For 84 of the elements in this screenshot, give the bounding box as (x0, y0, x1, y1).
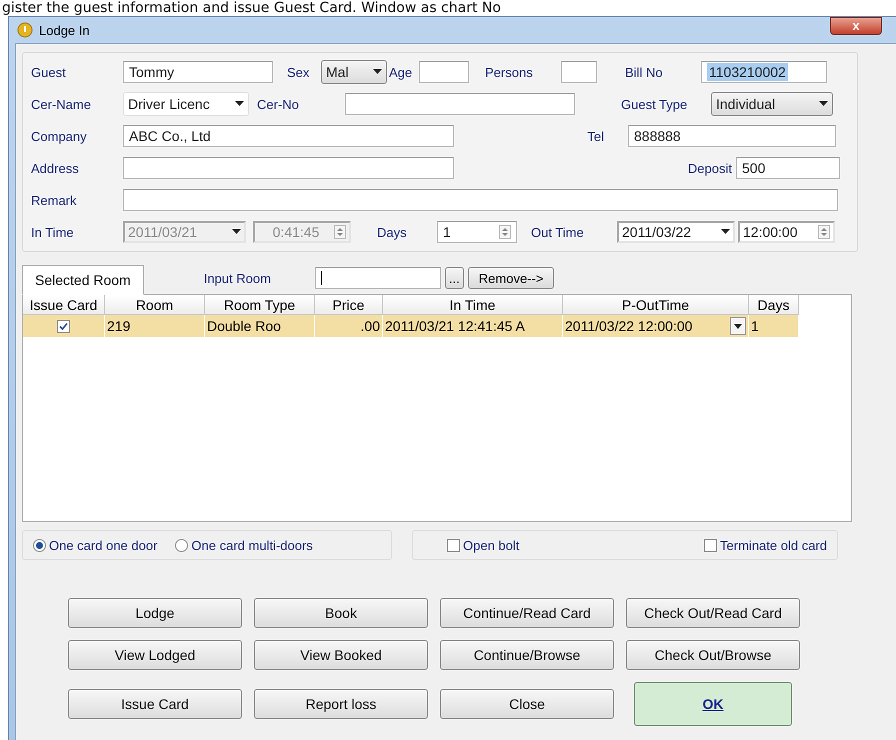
column-header: In Time (383, 295, 563, 315)
sex-dropdown[interactable]: Mal (321, 60, 387, 84)
action-button[interactable]: Report loss (254, 689, 428, 719)
guest-type-dropdown[interactable]: Individual (711, 92, 833, 116)
table-cell: .00 (315, 315, 383, 337)
app-icon (17, 22, 33, 38)
down-caret-icon (819, 101, 828, 107)
column-header: Days (749, 295, 799, 315)
text-field[interactable]: 500 (736, 157, 840, 179)
time-picker[interactable]: 12:00:00 (738, 221, 835, 243)
field-label: Tel (586, 128, 604, 144)
field-label: Age (389, 64, 414, 80)
checkbox-option[interactable]: Open bolt (447, 538, 520, 552)
checkbox[interactable] (57, 320, 70, 332)
spin-arrows-icon (818, 225, 830, 239)
action-button[interactable]: Book (254, 598, 428, 628)
field-label: Out Time (531, 224, 585, 240)
field-label: Cer-No (257, 96, 300, 112)
browse-button[interactable]: ... (444, 267, 464, 289)
remove-button[interactable]: Remove--> (468, 267, 554, 289)
text-field[interactable] (345, 93, 575, 115)
down-caret-icon (235, 101, 244, 107)
table-cell: 1 (749, 315, 799, 337)
spin-arrows-icon (499, 225, 511, 239)
action-button[interactable]: Lodge (68, 598, 242, 628)
text-field[interactable] (123, 157, 454, 179)
dropdown-caret-icon (721, 229, 730, 235)
table-cell: 2011/03/22 12:00:00 (563, 315, 749, 337)
field-label: Days (377, 224, 408, 240)
dropdown-button[interactable] (730, 317, 746, 335)
down-caret-icon (734, 324, 742, 328)
checkbox[interactable] (704, 538, 718, 552)
field-label: Deposit (686, 160, 732, 176)
field-label: Guest Type (621, 96, 688, 112)
cer-name-dropdown[interactable]: Driver Licenc (123, 92, 249, 116)
window-title: Lodge In (39, 22, 90, 38)
action-button[interactable]: Close (440, 689, 614, 719)
table-cell: 2011/03/21 12:41:45 A (383, 315, 563, 337)
field-label: Persons (485, 64, 534, 80)
days-spin-field[interactable]: 1 (437, 221, 517, 243)
action-button[interactable]: Check Out/Browse (626, 640, 800, 670)
column-header: Room Type (205, 295, 315, 315)
action-button[interactable]: Continue/Browse (440, 640, 614, 670)
tab[interactable]: Selected Room (22, 265, 144, 295)
date-picker[interactable]: 2011/03/22 (617, 221, 735, 243)
caption-text: gister the guest information and issue Guest Card. Window as chart No (1, 0, 502, 16)
table-cell: Double Roo (205, 315, 315, 337)
field-label: Bill No (625, 64, 664, 80)
radio-button[interactable] (175, 538, 188, 552)
field-label: Company (31, 128, 88, 144)
field-label: Address (31, 160, 80, 176)
column-header: Room (105, 295, 205, 315)
text-field[interactable]: 888888 (628, 125, 836, 147)
field-label: In Time (31, 224, 75, 240)
field-label: Guest (31, 64, 67, 80)
field-label: Sex (287, 64, 310, 80)
radio-button[interactable] (33, 538, 46, 552)
field-label: Remark (31, 192, 78, 208)
radio-option[interactable]: One card multi-doors (175, 538, 313, 552)
action-button[interactable]: Check Out/Read Card (626, 598, 800, 628)
bill-number-field[interactable]: 1103210002 (701, 61, 827, 83)
action-button[interactable]: Continue/Read Card (440, 598, 614, 628)
action-button[interactable]: View Booked (254, 640, 428, 670)
dropdown-caret-icon (232, 229, 241, 235)
action-button[interactable]: View Lodged (68, 640, 242, 670)
radio-option[interactable]: One card one door (33, 538, 158, 552)
down-caret-icon (373, 69, 382, 75)
ok-button[interactable]: OK (634, 682, 792, 726)
text-field[interactable]: ABC Co., Ltd (123, 125, 454, 147)
input-room-field[interactable] (314, 267, 441, 289)
action-button[interactable]: Issue Card (68, 689, 242, 719)
text-field[interactable] (561, 61, 597, 83)
column-header: Issue Card (23, 295, 105, 315)
spin-arrows-icon (334, 225, 346, 239)
column-header: P-OutTime (563, 295, 749, 315)
checkbox[interactable] (447, 538, 460, 552)
text-field[interactable] (419, 61, 469, 83)
table-cell: 219 (105, 315, 205, 337)
column-header: Price (315, 295, 383, 315)
text-field[interactable] (123, 189, 838, 211)
checkbox-option[interactable]: Terminate old card (704, 538, 827, 552)
text-field[interactable]: Tommy (123, 61, 273, 83)
field-label: Cer-Name (31, 96, 92, 112)
field-label: Input Room (204, 270, 271, 286)
